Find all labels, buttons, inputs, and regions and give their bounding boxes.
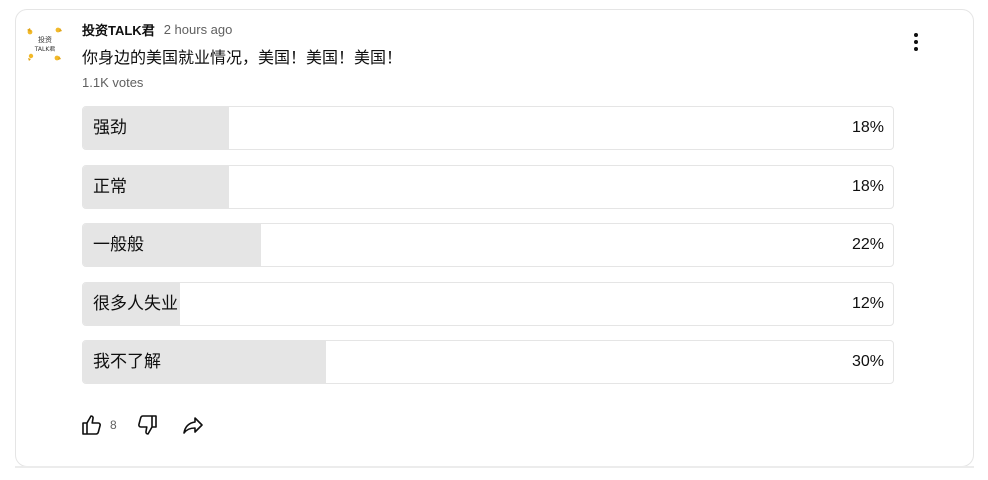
share-icon	[182, 417, 203, 434]
poll-option-label: 正常	[93, 176, 127, 197]
avatar-logo: 投资 TALK君	[22, 21, 68, 67]
poll-option-label: 很多人失业	[93, 293, 178, 314]
post-header: 投资TALK君 2 hours ago	[82, 19, 232, 39]
poll-option[interactable]: 正常 18%	[82, 164, 894, 209]
poll-option[interactable]: 强劲 18%	[82, 106, 894, 150]
poll-option-label: 一般般	[93, 235, 144, 255]
share-button[interactable]	[181, 413, 205, 437]
poll-option-label: 强劲	[93, 118, 127, 138]
vote-count: 1.1K votes	[82, 75, 144, 90]
more-vert-icon	[914, 33, 918, 51]
post-time[interactable]: 2 hours ago	[164, 22, 233, 37]
poll-option-percent: 12%	[851, 294, 884, 312]
poll-option-percent: 18%	[851, 119, 884, 136]
more-options-button[interactable]	[904, 27, 928, 57]
like-button[interactable]	[80, 413, 104, 437]
avatar-text-2: TALK君	[34, 46, 56, 53]
poll-option-label: 我不了解	[93, 352, 161, 372]
action-bar: 8	[80, 412, 205, 438]
author-name[interactable]: 投资TALK君	[82, 20, 155, 39]
poll-option-percent: 18%	[851, 177, 884, 195]
poll-option[interactable]: 我不了解 30%	[82, 340, 894, 384]
poll-option[interactable]: 一般般 22%	[82, 223, 894, 267]
thumbs-down-icon	[137, 415, 157, 435]
avatar-text-1: 投资	[38, 35, 52, 44]
avatar[interactable]: 投资 TALK君	[21, 20, 69, 68]
thumbs-up-icon	[82, 415, 101, 435]
poll-option-percent: 30%	[851, 353, 884, 370]
post-text: 你身边的美国就业情况，美国！美国！美国！	[82, 48, 403, 67]
like-count: 8	[110, 418, 117, 432]
card-divider	[15, 466, 974, 468]
poll-option[interactable]: 很多人失业 12%	[82, 281, 894, 326]
poll-option-percent: 22%	[851, 236, 884, 253]
poll-options: 强劲 18% 正常 18% 一般般 22% 很多人失业 12% 我不了解 30%	[82, 106, 894, 399]
dislike-button[interactable]	[135, 413, 159, 437]
